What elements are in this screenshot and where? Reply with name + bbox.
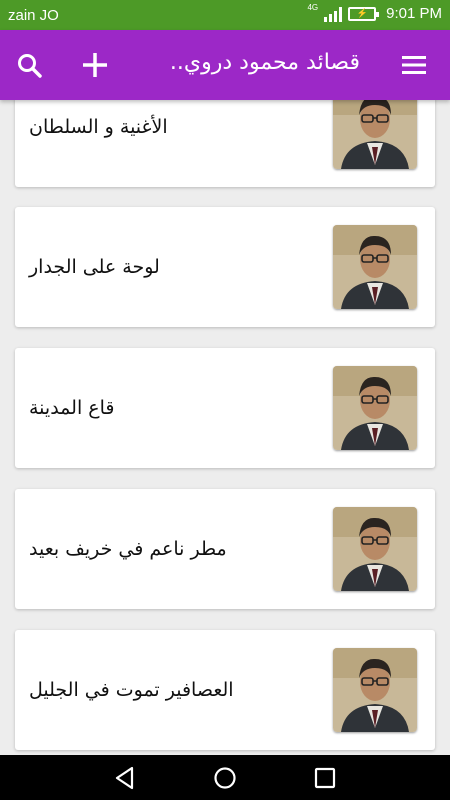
poet-photo bbox=[333, 100, 417, 169]
menu-button[interactable] bbox=[400, 53, 428, 77]
recents-button[interactable] bbox=[312, 765, 338, 791]
poem-title: قاع المدينة bbox=[29, 397, 115, 419]
poem-title: لوحة على الجدار bbox=[29, 256, 160, 278]
poet-photo bbox=[333, 507, 417, 591]
home-icon bbox=[214, 767, 236, 789]
back-icon bbox=[115, 766, 134, 790]
battery-charging-icon: ⚡ bbox=[348, 6, 380, 21]
poem-title: العصافير تموت في الجليل bbox=[29, 679, 234, 701]
add-icon bbox=[83, 53, 107, 77]
list-item[interactable]: الأغنية و السلطان bbox=[15, 100, 435, 187]
list-item[interactable]: العصافير تموت في الجليل bbox=[15, 630, 435, 750]
page-title: قصائد محمود دروي.. bbox=[169, 50, 360, 75]
poet-photo bbox=[333, 225, 417, 309]
add-button[interactable] bbox=[78, 48, 112, 82]
recents-icon bbox=[314, 767, 336, 789]
poet-photo bbox=[333, 366, 417, 450]
poet-photo bbox=[333, 648, 417, 732]
list-item[interactable]: قاع المدينة bbox=[15, 348, 435, 468]
search-button[interactable] bbox=[14, 50, 46, 82]
status-bar: zain JO 4G ⚡ 9:01 PM bbox=[0, 0, 450, 30]
signal-icon bbox=[324, 6, 343, 22]
navigation-bar bbox=[0, 755, 450, 800]
app-bar: قصائد محمود دروي.. bbox=[0, 30, 450, 100]
menu-icon bbox=[402, 56, 426, 74]
list-item[interactable]: مطر ناعم في خريف بعيد bbox=[15, 489, 435, 609]
poem-title: الأغنية و السلطان bbox=[29, 116, 168, 138]
poem-list[interactable]: الأغنية و السلطان لوحة على الجدار قاع ال… bbox=[0, 100, 450, 755]
back-button[interactable] bbox=[112, 765, 138, 791]
home-button[interactable] bbox=[212, 765, 238, 791]
carrier-name: zain JO bbox=[8, 7, 59, 24]
status-icons: 4G ⚡ 9:01 PM bbox=[307, 3, 442, 22]
list-item[interactable]: لوحة على الجدار bbox=[15, 207, 435, 327]
clock: 9:01 PM bbox=[386, 5, 442, 22]
network-type: 4G bbox=[307, 3, 319, 12]
poem-title: مطر ناعم في خريف بعيد bbox=[29, 538, 227, 560]
search-icon bbox=[18, 54, 42, 78]
